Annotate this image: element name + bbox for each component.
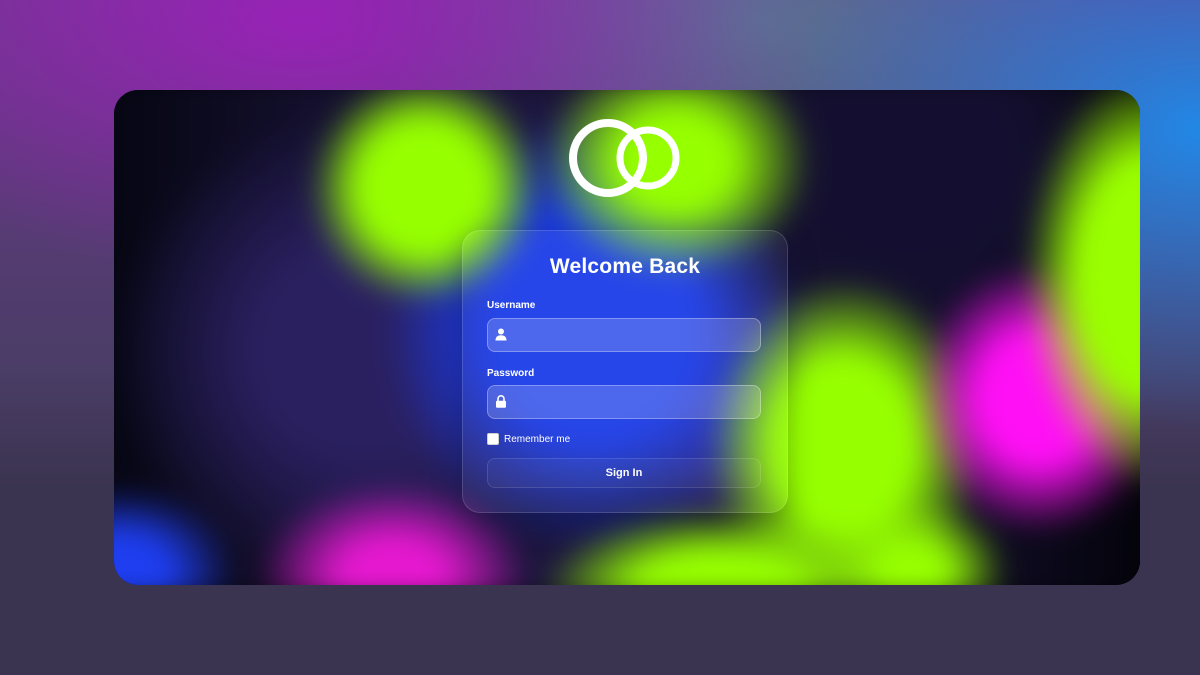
password-input[interactable] bbox=[516, 386, 756, 420]
remember-me-checkbox[interactable] bbox=[487, 433, 499, 445]
hero-card: Welcome Back Username Password Remember … bbox=[114, 90, 1140, 585]
username-label: Username bbox=[487, 300, 536, 311]
logo-icon bbox=[566, 114, 686, 204]
lock-icon bbox=[495, 394, 507, 408]
username-field[interactable] bbox=[487, 318, 761, 353]
password-field[interactable] bbox=[487, 385, 761, 420]
remember-me-label[interactable]: Remember me bbox=[504, 434, 570, 445]
sign-in-button[interactable]: Sign In bbox=[487, 458, 761, 488]
remember-me-row: Remember me bbox=[487, 433, 570, 445]
user-icon bbox=[495, 328, 507, 341]
login-title: Welcome Back bbox=[549, 255, 701, 278]
login-panel: Welcome Back Username Password Remember … bbox=[462, 230, 788, 513]
password-label: Password bbox=[487, 368, 535, 379]
username-input[interactable] bbox=[516, 319, 756, 353]
